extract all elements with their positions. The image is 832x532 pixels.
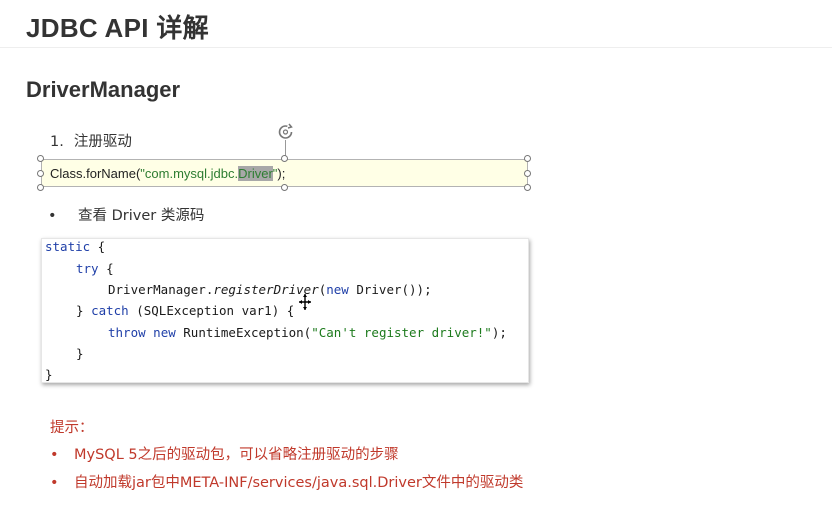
kw-static: static xyxy=(45,239,91,254)
tips-title: 提示： xyxy=(50,420,94,436)
bullet-symbol: • xyxy=(48,208,57,224)
code-string-literal: "Can't register driver!" xyxy=(311,325,492,340)
resize-handle-bottom-mid[interactable] xyxy=(281,184,288,191)
code-line-1: static { xyxy=(45,239,105,254)
resize-handle-top-right[interactable] xyxy=(524,155,531,162)
selected-code-textbox[interactable]: Class.forName("com.mysql.jdbc.Driver"); xyxy=(41,159,528,187)
rotate-handle-icon[interactable] xyxy=(276,122,295,141)
resize-handle-top-left[interactable] xyxy=(37,155,44,162)
kw-new: new xyxy=(153,325,176,340)
code-text: DriverManager. xyxy=(108,282,214,297)
code-text: } xyxy=(76,303,92,318)
tip-item: • MySQL 5之后的驱动包，可以省略注册驱动的步骤 xyxy=(50,443,399,464)
resize-handle-mid-right[interactable] xyxy=(524,170,531,177)
code-line-6: } xyxy=(76,346,84,361)
section-title: DriverManager xyxy=(26,77,181,102)
code-text: ); xyxy=(491,325,507,340)
code-line-2: try { xyxy=(76,261,114,276)
kw-catch: catch xyxy=(91,303,129,318)
code-text: { xyxy=(90,239,106,254)
class-forname-code[interactable]: Class.forName("com.mysql.jdbc.Driver"); xyxy=(50,166,285,181)
code-text: { xyxy=(98,261,114,276)
bullet-view-source: • 查看 Driver 类源码 xyxy=(48,204,204,225)
step-number: 1. xyxy=(50,134,64,150)
code-suffix: ); xyxy=(277,166,286,181)
slide-title: JDBC API 详解 xyxy=(26,13,209,43)
code-line-3: DriverManager.registerDriver(new Driver(… xyxy=(108,282,432,297)
code-text: (SQLException var1) { xyxy=(128,303,295,318)
tip-text: MySQL 5之后的驱动包，可以省略注册驱动的步骤 xyxy=(74,447,399,463)
resize-handle-bottom-left[interactable] xyxy=(37,184,44,191)
bullet-label: 查看 Driver 类源码 xyxy=(78,208,205,224)
title-divider xyxy=(0,47,832,48)
source-code-image[interactable]: static { try { DriverManager.registerDri… xyxy=(41,238,529,383)
step-label: 注册驱动 xyxy=(73,134,132,150)
tip-item: • 自动加载jar包中META-INF/services/java.sql.Dri… xyxy=(50,471,523,492)
resize-handle-bottom-right[interactable] xyxy=(524,184,531,191)
kw-try: try xyxy=(76,261,99,276)
code-line-4: } catch (SQLException var1) { xyxy=(76,303,294,318)
code-string: "com.mysql.jdbc. xyxy=(140,166,239,181)
resize-handle-top-mid[interactable] xyxy=(281,155,288,162)
kw-throw: throw xyxy=(108,325,146,340)
code-prefix: Class.forName( xyxy=(50,166,141,181)
kw-new: new xyxy=(326,282,349,297)
move-cursor-icon xyxy=(299,294,311,310)
code-line-5: throw new RuntimeException("Can't regist… xyxy=(108,325,507,340)
code-text: RuntimeException( xyxy=(175,325,312,340)
code-line-7: } xyxy=(45,367,53,382)
bullet-symbol: • xyxy=(50,447,59,463)
tip-text: 自动加载jar包中META-INF/services/java.sql.Driv… xyxy=(74,475,524,491)
bullet-symbol: • xyxy=(50,475,59,491)
code-highlighted-word: Driver xyxy=(238,166,273,181)
code-text: Driver()); xyxy=(348,282,432,297)
resize-handle-mid-left[interactable] xyxy=(37,170,44,177)
step-item: 1. 注册驱动 xyxy=(50,130,132,151)
